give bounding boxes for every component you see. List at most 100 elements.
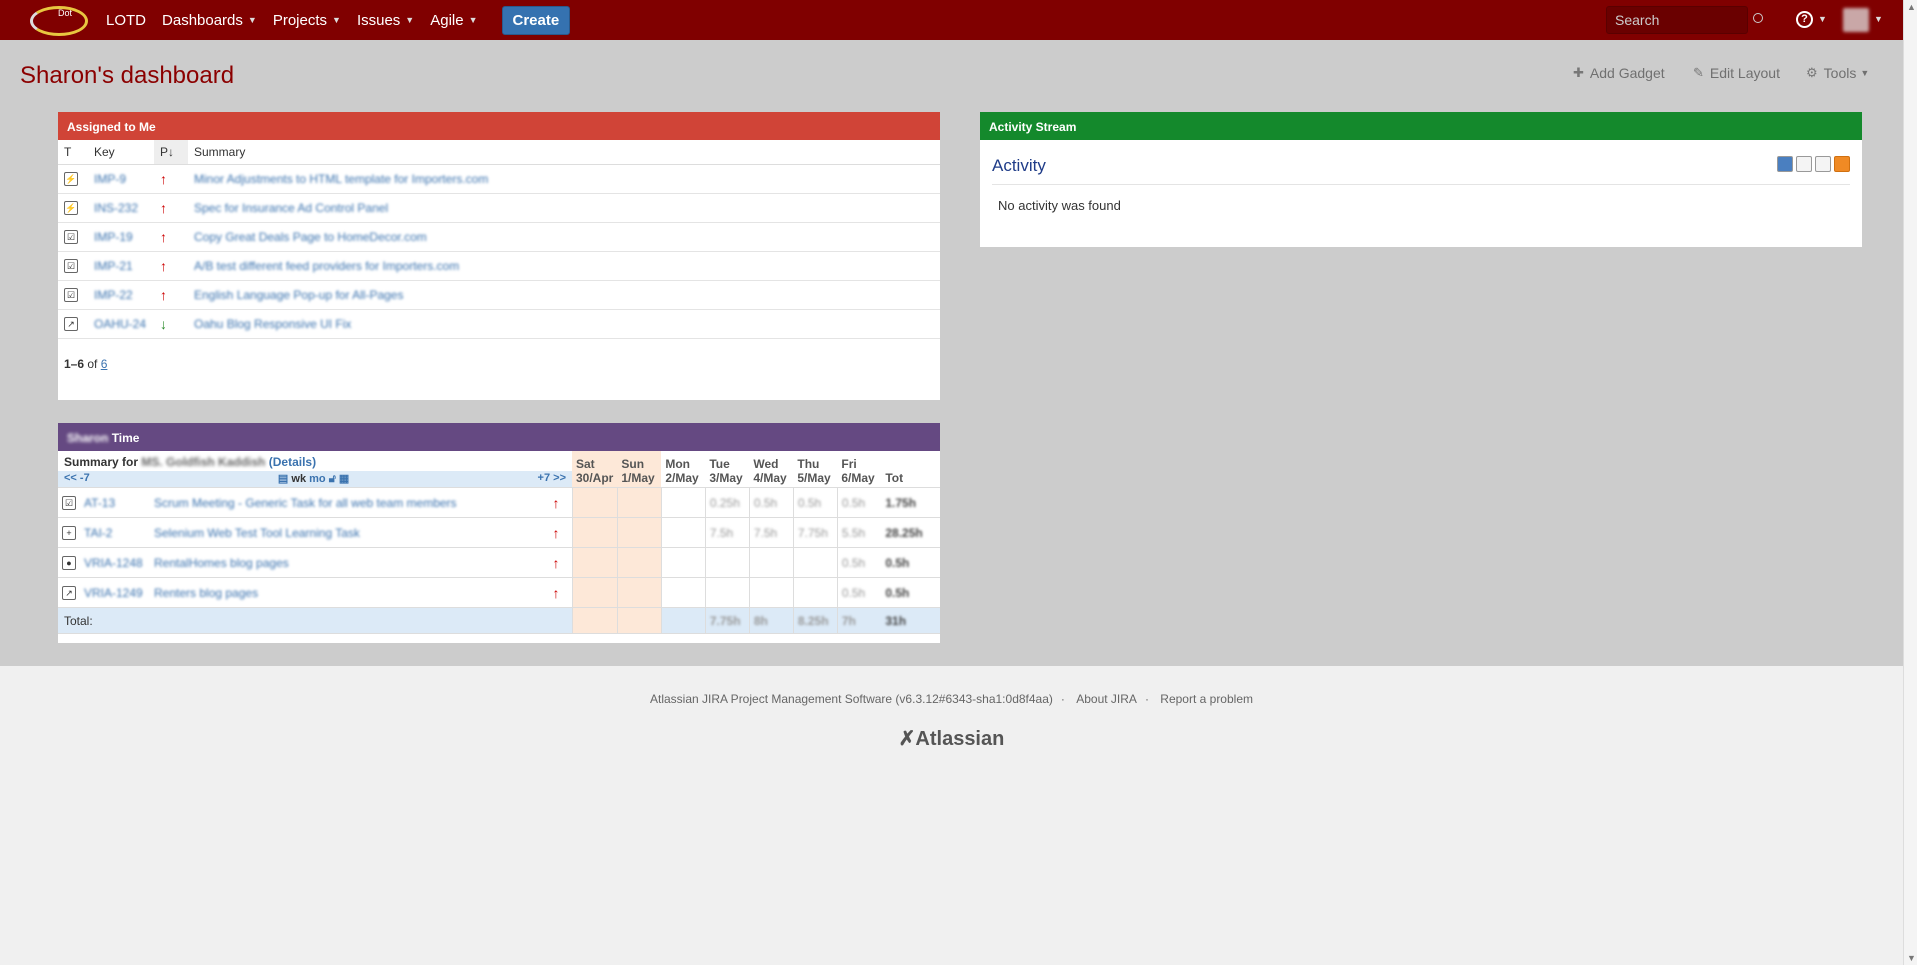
issue-key-link[interactable]: OAHU-24: [94, 317, 146, 331]
table-row[interactable]: ↗ VRIA-1249 Renters blog pages ↑ 0.5h 0.5h: [58, 577, 940, 608]
help-icon[interactable]: ?: [1796, 11, 1813, 28]
create-button[interactable]: Create: [501, 5, 571, 35]
hours-cell[interactable]: 0.5h: [836, 577, 882, 608]
issue-summary-link[interactable]: RentalHomes blog pages: [154, 556, 545, 570]
issue-key-link[interactable]: IMP-22: [94, 288, 133, 302]
hours-cell[interactable]: [748, 577, 794, 608]
table-row[interactable]: ⚡ IMP-9 ↑ Minor Adjustments to HTML templat…: [58, 164, 940, 194]
rss-feed-icon[interactable]: [1834, 156, 1850, 172]
hours-cell[interactable]: [571, 487, 618, 518]
month-toggle[interactable]: mo: [309, 473, 326, 485]
tools-dropdown[interactable]: ⚙ Tools ▼: [1806, 65, 1869, 81]
issue-key-link[interactable]: IMP-9: [94, 172, 126, 186]
table-row[interactable]: ⚡ INS-232 ↑ Spec for Insurance Ad Control P…: [58, 193, 940, 223]
search-icon[interactable]: [1753, 13, 1763, 23]
next-week-button[interactable]: >>: [553, 472, 566, 484]
edit-layout-button[interactable]: ✎ Edit Layout: [1693, 65, 1780, 81]
issue-key-link[interactable]: AT-13: [84, 496, 146, 510]
footer-version[interactable]: Atlassian JIRA Project Management Softwa…: [650, 692, 1053, 706]
col-key[interactable]: Key: [88, 140, 154, 165]
hours-cell[interactable]: [660, 487, 706, 518]
issue-key-link[interactable]: TAI-2: [84, 526, 146, 540]
details-link[interactable]: (Details): [269, 455, 316, 469]
prev-week-button[interactable]: <<: [64, 472, 77, 484]
col-priority[interactable]: P↓: [154, 140, 188, 165]
hours-cell[interactable]: [748, 547, 794, 578]
hours-cell[interactable]: 0.5h: [748, 487, 794, 518]
hours-cell[interactable]: [792, 547, 838, 578]
issue-summary-link[interactable]: Copy Great Deals Page to HomeDecor.com: [194, 230, 427, 244]
paging-total-link[interactable]: 6: [101, 357, 108, 371]
issue-summary-link[interactable]: Renters blog pages: [154, 586, 545, 600]
full-view-icon[interactable]: [1777, 156, 1793, 172]
grid-icon[interactable]: ▤: [278, 473, 288, 485]
hours-cell[interactable]: 7.5h: [748, 517, 794, 548]
hours-cell[interactable]: 0.5h: [836, 547, 882, 578]
atlassian-logo[interactable]: ✗Atlassian: [0, 726, 1903, 751]
issue-summary-link[interactable]: Oahu Blog Responsive UI Fix: [194, 317, 351, 331]
vertical-scrollbar[interactable]: ▲ ▼: [1903, 0, 1917, 965]
hours-cell[interactable]: [571, 577, 618, 608]
user-avatar[interactable]: [1843, 8, 1869, 32]
table-row[interactable]: ☑ IMP-22 ↑ English Language Pop-up for All-…: [58, 280, 940, 310]
issue-key-link[interactable]: VRIA-1249: [84, 586, 146, 600]
hours-cell[interactable]: [571, 517, 618, 548]
chevron-down-icon[interactable]: ▼: [1874, 14, 1883, 24]
issue-summary-link[interactable]: Minor Adjustments to HTML template for I…: [194, 172, 488, 186]
hours-cell[interactable]: [616, 487, 662, 518]
issue-summary-link[interactable]: Scrum Meeting - Generic Task for all web…: [154, 496, 545, 510]
calendar-icon[interactable]: ▦: [339, 473, 349, 485]
hours-cell[interactable]: 0.5h: [836, 487, 882, 518]
table-row[interactable]: + TAI-2 Selenium Web Test Tool Learning Ta…: [58, 517, 940, 548]
hours-cell[interactable]: [660, 577, 706, 608]
minus-7-button[interactable]: -7: [80, 472, 90, 484]
week-toggle[interactable]: wk: [291, 473, 306, 485]
table-row[interactable]: ● VRIA-1248 RentalHomes blog pages ↑ 0.5h 0.5…: [58, 547, 940, 578]
issue-key-link[interactable]: IMP-21: [94, 259, 133, 273]
nav-home-link[interactable]: LOTD: [106, 12, 146, 29]
col-summary[interactable]: Summary: [188, 140, 940, 165]
chevron-down-icon[interactable]: ▼: [1818, 14, 1827, 24]
hours-cell[interactable]: 0.25h: [704, 487, 750, 518]
nav-agile[interactable]: Agile ▼: [430, 12, 477, 29]
issue-key-link[interactable]: INS-232: [94, 201, 138, 215]
plus-7-button[interactable]: +7: [538, 472, 551, 484]
hours-cell[interactable]: 7.75h: [792, 517, 838, 548]
hours-cell[interactable]: 0.5h: [792, 487, 838, 518]
lock-icon[interactable]: 🔓︎: [329, 473, 336, 485]
hours-cell[interactable]: [616, 547, 662, 578]
list-view-icon[interactable]: [1796, 156, 1812, 172]
issue-key-link[interactable]: VRIA-1248: [84, 556, 146, 570]
issue-summary-link[interactable]: Selenium Web Test Tool Learning Task: [154, 526, 545, 540]
table-row[interactable]: ☑ IMP-21 ↑ A/B test different feed provider…: [58, 251, 940, 281]
hours-cell[interactable]: 7.5h: [704, 517, 750, 548]
hours-cell[interactable]: [616, 517, 662, 548]
hours-cell[interactable]: [571, 547, 618, 578]
scroll-up-arrow[interactable]: ▲: [1907, 2, 1916, 12]
nav-projects[interactable]: Projects ▼: [273, 12, 341, 29]
company-logo[interactable]: Dot: [22, 2, 92, 38]
scroll-down-arrow[interactable]: ▼: [1907, 953, 1916, 963]
filter-icon[interactable]: [1815, 156, 1831, 172]
nav-issues[interactable]: Issues ▼: [357, 12, 414, 29]
col-type[interactable]: T: [58, 140, 88, 165]
hours-cell[interactable]: [660, 517, 706, 548]
add-gadget-button[interactable]: ✚ Add Gadget: [1573, 65, 1665, 81]
hours-cell[interactable]: [792, 577, 838, 608]
hours-cell[interactable]: [704, 547, 750, 578]
hours-cell[interactable]: [660, 547, 706, 578]
table-row[interactable]: ↗ OAHU-24 ↓ Oahu Blog Responsive UI Fix: [58, 309, 940, 339]
footer-about-link[interactable]: About JIRA: [1076, 692, 1137, 706]
issue-summary-link[interactable]: Spec for Insurance Ad Control Panel: [194, 201, 388, 215]
nav-dashboards[interactable]: Dashboards ▼: [162, 12, 257, 29]
footer-report-link[interactable]: Report a problem: [1160, 692, 1253, 706]
table-row[interactable]: ☑ IMP-19 ↑ Copy Great Deals Page to HomeDec…: [58, 222, 940, 252]
issue-key-link[interactable]: IMP-19: [94, 230, 133, 244]
search-input[interactable]: Search: [1606, 6, 1748, 34]
table-row[interactable]: ☑ AT-13 Scrum Meeting - Generic Task for a…: [58, 487, 940, 518]
hours-cell[interactable]: [616, 577, 662, 608]
hours-cell[interactable]: 5.5h: [836, 517, 882, 548]
hours-cell[interactable]: [704, 577, 750, 608]
issue-summary-link[interactable]: English Language Pop-up for All-Pages: [194, 288, 403, 302]
issue-summary-link[interactable]: A/B test different feed providers for Im…: [194, 259, 459, 273]
